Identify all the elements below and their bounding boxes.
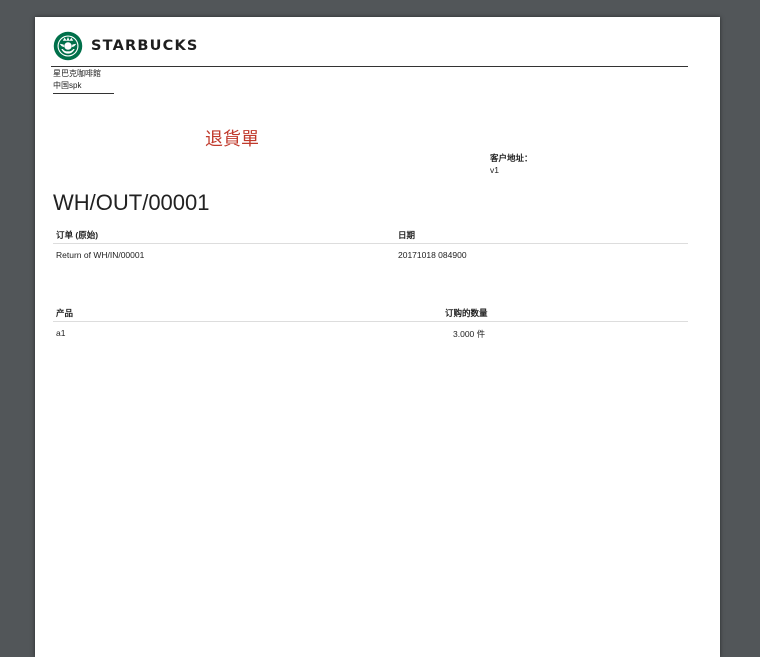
order-origin-header: 订单 (原始): [56, 230, 99, 240]
brand-name: STARBUCKS: [91, 38, 199, 54]
customer-address-block: 客户地址： v1: [490, 152, 533, 176]
starbucks-siren-icon: [53, 31, 83, 61]
customer-address-label: 客户地址：: [490, 153, 533, 163]
quantity-value: 3.000 件: [453, 329, 486, 339]
quantity-header: 订购的数量: [445, 308, 488, 318]
order-origin-value: Return of WH/IN/00001: [56, 250, 145, 260]
brand-header: STARBUCKS: [53, 31, 199, 61]
date-header: 日期: [398, 230, 416, 240]
document-reference: WH/OUT/00001: [53, 190, 210, 215]
product-header: 产品: [56, 308, 74, 318]
document-title: 退貨單: [205, 129, 259, 150]
product-value: a1: [56, 328, 66, 338]
company-region: 中国spk: [53, 80, 114, 94]
header-divider: [51, 66, 688, 67]
document-page: STARBUCKS 星巴克咖啡館 中国spk 退貨單 客户地址： v1 WH/O…: [35, 17, 720, 657]
customer-address-value: v1: [490, 165, 499, 175]
date-value: 20171018 084900: [398, 250, 467, 260]
company-name: 星巴克咖啡館: [53, 69, 101, 78]
company-block: 星巴克咖啡館 中国spk: [53, 68, 114, 94]
lines-table-divider: [53, 321, 688, 322]
info-table-divider: [53, 243, 688, 244]
